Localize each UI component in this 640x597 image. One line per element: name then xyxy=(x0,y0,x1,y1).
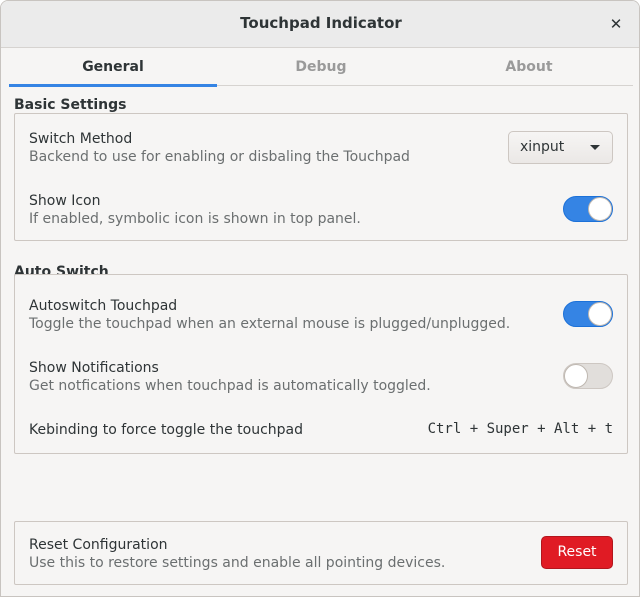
basic-settings-label: Basic Settings xyxy=(14,97,127,113)
reset-title: Reset Configuration xyxy=(29,537,168,553)
close-button[interactable]: ✕ xyxy=(605,13,627,35)
switch-knob xyxy=(588,302,612,326)
autoswitch-touchpad-row: Autoswitch Touchpad Toggle the touchpad … xyxy=(29,297,613,333)
switch-method-dropdown[interactable]: xinput xyxy=(508,131,613,164)
switch-knob xyxy=(588,197,612,221)
show-notifications-subtitle: Get notfications when touchpad is automa… xyxy=(29,378,431,394)
tab-bar: General Debug About xyxy=(9,48,633,87)
reset-subtitle: Use this to restore settings and enable … xyxy=(29,555,446,571)
show-icon-title: Show Icon xyxy=(29,193,101,209)
reset-button[interactable]: Reset xyxy=(541,536,613,569)
window-title: Touchpad Indicator xyxy=(240,14,402,32)
show-notifications-row: Show Notifications Get notfications when… xyxy=(29,359,613,395)
title-bar: Touchpad Indicator ✕ xyxy=(1,1,639,48)
show-icon-switch[interactable] xyxy=(563,196,613,222)
close-icon: ✕ xyxy=(609,15,623,33)
show-icon-subtitle: If enabled, symbolic icon is shown in to… xyxy=(29,211,361,227)
reset-frame: Reset Configuration Use this to restore … xyxy=(14,521,628,585)
show-notifications-switch[interactable] xyxy=(563,363,613,389)
autoswitch-touchpad-title: Autoswitch Touchpad xyxy=(29,298,178,314)
app-window: Touchpad Indicator ✕ General Debug About… xyxy=(0,0,640,597)
basic-settings-frame: Switch Method Backend to use for enablin… xyxy=(14,113,628,241)
show-notifications-title: Show Notifications xyxy=(29,360,159,376)
autoswitch-touchpad-subtitle: Toggle the touchpad when an external mou… xyxy=(29,316,511,332)
autoswitch-touchpad-switch[interactable] xyxy=(563,301,613,327)
tab-general[interactable]: General xyxy=(9,48,217,87)
keybinding-shortcut[interactable]: Ctrl + Super + Alt + t xyxy=(428,421,613,437)
tab-about[interactable]: About xyxy=(425,48,633,86)
auto-switch-frame: Autoswitch Touchpad Toggle the touchpad … xyxy=(14,274,628,454)
chevron-down-icon xyxy=(590,145,600,150)
tab-debug[interactable]: Debug xyxy=(217,48,425,86)
show-icon-row: Show Icon If enabled, symbolic icon is s… xyxy=(29,192,613,228)
switch-knob xyxy=(564,364,588,388)
switch-method-value: xinput xyxy=(520,139,565,155)
reset-row: Reset Configuration Use this to restore … xyxy=(29,536,613,572)
